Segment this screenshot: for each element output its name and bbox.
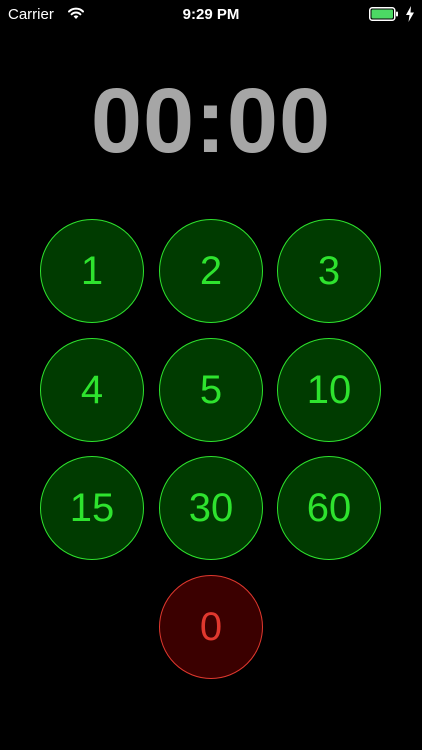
status-bar: Carrier 9:29 PM bbox=[0, 0, 422, 30]
key-3-button[interactable]: 3 bbox=[277, 219, 381, 323]
key-5-button[interactable]: 5 bbox=[159, 338, 263, 442]
key-15-button[interactable]: 15 bbox=[40, 456, 144, 560]
key-1-button[interactable]: 1 bbox=[40, 219, 144, 323]
key-60-button[interactable]: 60 bbox=[277, 456, 381, 560]
key-4-button[interactable]: 4 bbox=[40, 338, 144, 442]
reset-zero-button[interactable]: 0 bbox=[159, 575, 263, 679]
key-30-button[interactable]: 30 bbox=[159, 456, 263, 560]
battery-icon bbox=[369, 7, 398, 21]
charging-bolt-icon bbox=[406, 6, 414, 22]
key-10-button[interactable]: 10 bbox=[277, 338, 381, 442]
timer-display: 00:00 bbox=[90, 70, 332, 172]
status-time: 9:29 PM bbox=[182, 6, 240, 23]
key-2-button[interactable]: 2 bbox=[159, 219, 263, 323]
